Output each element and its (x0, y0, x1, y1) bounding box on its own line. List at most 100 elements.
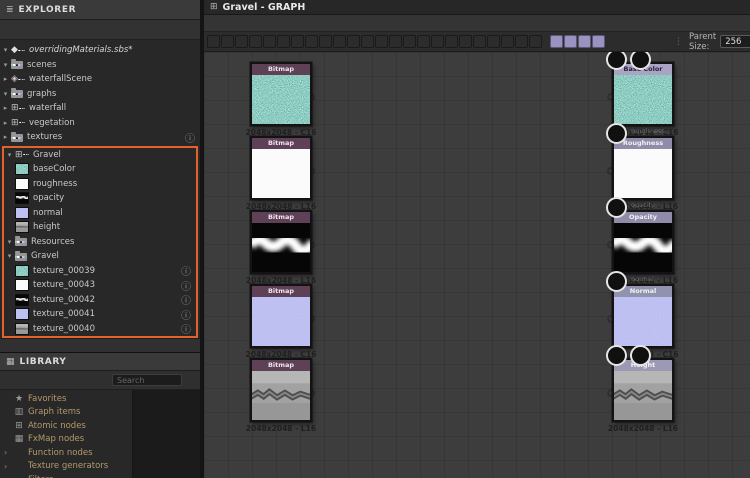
explorer-tree-row[interactable]: ▸ waterfallScene (0, 72, 200, 87)
graph-canvas[interactable]: Bitmap 2048x2048 - C16 Base Color 2048x2… (204, 52, 750, 478)
graph-title: Gravel - GRAPH (222, 1, 306, 13)
library-header[interactable]: ▦ LIBRARY (0, 353, 200, 371)
output-usage-badge[interactable] (606, 52, 627, 70)
explorer-tree-row[interactable]: texture_00040 (4, 322, 196, 337)
tree-item-label: waterfall (29, 103, 67, 114)
library-category-row[interactable]: › Function nodes (0, 446, 132, 460)
output-usage-badge[interactable] (606, 271, 627, 292)
explorer-tree-row[interactable]: normal (4, 206, 196, 221)
library-category-label: Atomic nodes (28, 420, 86, 431)
chevron-icon[interactable]: ▸ (0, 75, 11, 83)
node-connection-wire[interactable] (313, 319, 613, 322)
node-connection-wire[interactable] (313, 393, 613, 396)
tree-item-label: texture_00039 (33, 265, 95, 276)
node-header: Bitmap (252, 286, 310, 297)
explorer-tree-row[interactable]: texture_00042 (4, 293, 196, 308)
search-input[interactable] (112, 374, 182, 386)
chevron-icon[interactable]: ▾ (0, 90, 11, 98)
left-column: ≣ EXPLORER ▾ ◆ overridingMaterials.sbs* … (0, 0, 200, 478)
explorer-tree-row[interactable]: ▸ vegetation (0, 116, 200, 131)
selection-highlight-box: ▾ Gravel (2, 145, 198, 338)
explorer-tree-row[interactable]: ▾ Gravel (4, 249, 196, 264)
graph-node-row: Bitmap 2048x2048 - L16 (204, 123, 750, 211)
graph-title-bar[interactable]: ⊞ Gravel - GRAPH (204, 0, 750, 15)
library-results-area[interactable] (132, 390, 200, 478)
explorer-tree-row[interactable]: ▾ Gravel (4, 148, 196, 163)
chevron-icon[interactable]: ▸ (0, 119, 11, 127)
node-connection-wire[interactable] (313, 97, 613, 100)
chevron-icon[interactable]: ▾ (4, 238, 15, 246)
library-category-row[interactable]: › Filters (0, 473, 132, 478)
bitmap-node[interactable]: Bitmap 2048x2048 - L16 (246, 136, 316, 211)
chevron-icon[interactable]: ▸ (0, 104, 11, 112)
graph-node-row: Bitmap 2048x2048 - C16 (204, 52, 750, 137)
parent-size-input[interactable] (720, 35, 750, 48)
library-category-row[interactable]: ⊞ Atomic nodes (0, 419, 132, 433)
bitmap-node[interactable]: Bitmap 2048x2048 - C16 (246, 284, 316, 359)
tree-item-label: height (33, 222, 61, 233)
node-connection-wire[interactable] (313, 245, 613, 248)
output-node[interactable]: Height 2048x2048 - L16 (606, 345, 678, 433)
chevron-icon[interactable]: ▾ (4, 151, 15, 159)
explorer-tree-row[interactable]: texture_00041 (4, 307, 196, 322)
graph-node-row: Bitmap 2048x2048 - L16 (204, 197, 750, 285)
info-icon[interactable] (181, 293, 191, 308)
output-usage-badge[interactable] (630, 345, 651, 366)
explorer-tree-row[interactable]: ▾ scenes (0, 58, 200, 73)
output-node[interactable]: normal Normal - C16 (606, 271, 678, 359)
node-connection-wire[interactable] (313, 171, 613, 174)
explorer-tree-row[interactable]: ▾ Resources (4, 235, 196, 250)
output-usage-badge[interactable] (630, 52, 651, 70)
graph-node-row: Bitmap 2048x2048 - C16 (204, 271, 750, 359)
graph-panel: ⊞ Gravel - GRAPH ⋮ Parent Size: 256 Bitm… (204, 0, 750, 478)
app-window: ≣ EXPLORER ▾ ◆ overridingMaterials.sbs* … (0, 0, 750, 478)
output-usage-badge[interactable] (606, 197, 627, 218)
info-icon[interactable] (181, 264, 191, 279)
explorer-header[interactable]: ≣ EXPLORER (0, 0, 200, 20)
explorer-title: EXPLORER (18, 4, 77, 15)
explorer-tree-row[interactable]: ▾ overridingMaterials.sbs* (0, 43, 200, 58)
chevron-icon[interactable]: ▸ (0, 133, 11, 141)
node-thumbnail (252, 149, 310, 198)
chevron-icon[interactable]: ▾ (4, 252, 15, 260)
library-category-row[interactable]: ▥ Graph items (0, 406, 132, 420)
tree-item-icon (15, 279, 29, 292)
bitmap-node[interactable]: Bitmap 2048x2048 - L16 (246, 358, 316, 433)
explorer-tree-row[interactable]: texture_00043 (4, 278, 196, 293)
info-icon[interactable] (181, 278, 191, 293)
graph-node-row: Bitmap 2048x2048 - L16 (204, 345, 750, 433)
output-usage-badge[interactable] (606, 345, 627, 366)
info-icon[interactable] (181, 307, 191, 322)
tree-item-icon (11, 117, 26, 128)
graph-node-toolbar: ⋮ Parent Size: (204, 32, 750, 52)
bitmap-node[interactable]: Bitmap 2048x2048 - C16 (246, 62, 316, 137)
chevron-icon[interactable]: ▾ (0, 46, 11, 54)
explorer-tree-row[interactable]: ▾ graphs (0, 87, 200, 102)
info-icon[interactable] (181, 322, 191, 337)
output-usage-badge[interactable] (606, 123, 627, 144)
info-icon[interactable] (185, 130, 195, 145)
chevron-icon[interactable]: ▾ (0, 61, 11, 69)
output-identifier-tag: roughness (631, 127, 665, 135)
bitmap-node[interactable]: Bitmap 2048x2048 - L16 (246, 210, 316, 285)
tree-item-icon (15, 221, 29, 234)
node-resolution-caption: 2048x2048 - L16 (245, 424, 317, 433)
output-node[interactable]: roughness Roughness 2048x2048 - L16 (606, 123, 678, 211)
output-node[interactable]: Base Color 2048x2048 - C16 (606, 52, 678, 137)
library-category-row[interactable]: ▦ FxMap nodes (0, 433, 132, 447)
tree-item-label: baseColor (33, 164, 76, 175)
tree-item-icon (11, 74, 26, 85)
parent-size-label: Parent Size: (689, 31, 717, 52)
explorer-tree-row[interactable]: roughness (4, 177, 196, 192)
library-category-row[interactable]: › Texture generators (0, 460, 132, 474)
library-category-row[interactable]: ★ Favorites (0, 392, 132, 406)
toolbar-separator: ⋮ (674, 36, 683, 47)
explorer-tree-row[interactable]: baseColor (4, 162, 196, 177)
output-node[interactable]: opacity Opacity 2048x2048 - L16 (606, 197, 678, 285)
explorer-tree-row[interactable]: opacity (4, 191, 196, 206)
explorer-tree-row[interactable]: height (4, 220, 196, 235)
explorer-tree-row[interactable]: ▸ textures (0, 130, 200, 145)
explorer-tree-row[interactable]: texture_00039 (4, 264, 196, 279)
explorer-tree-row[interactable]: ▸ waterfall (0, 101, 200, 116)
tree-item-label: roughness (33, 178, 78, 189)
